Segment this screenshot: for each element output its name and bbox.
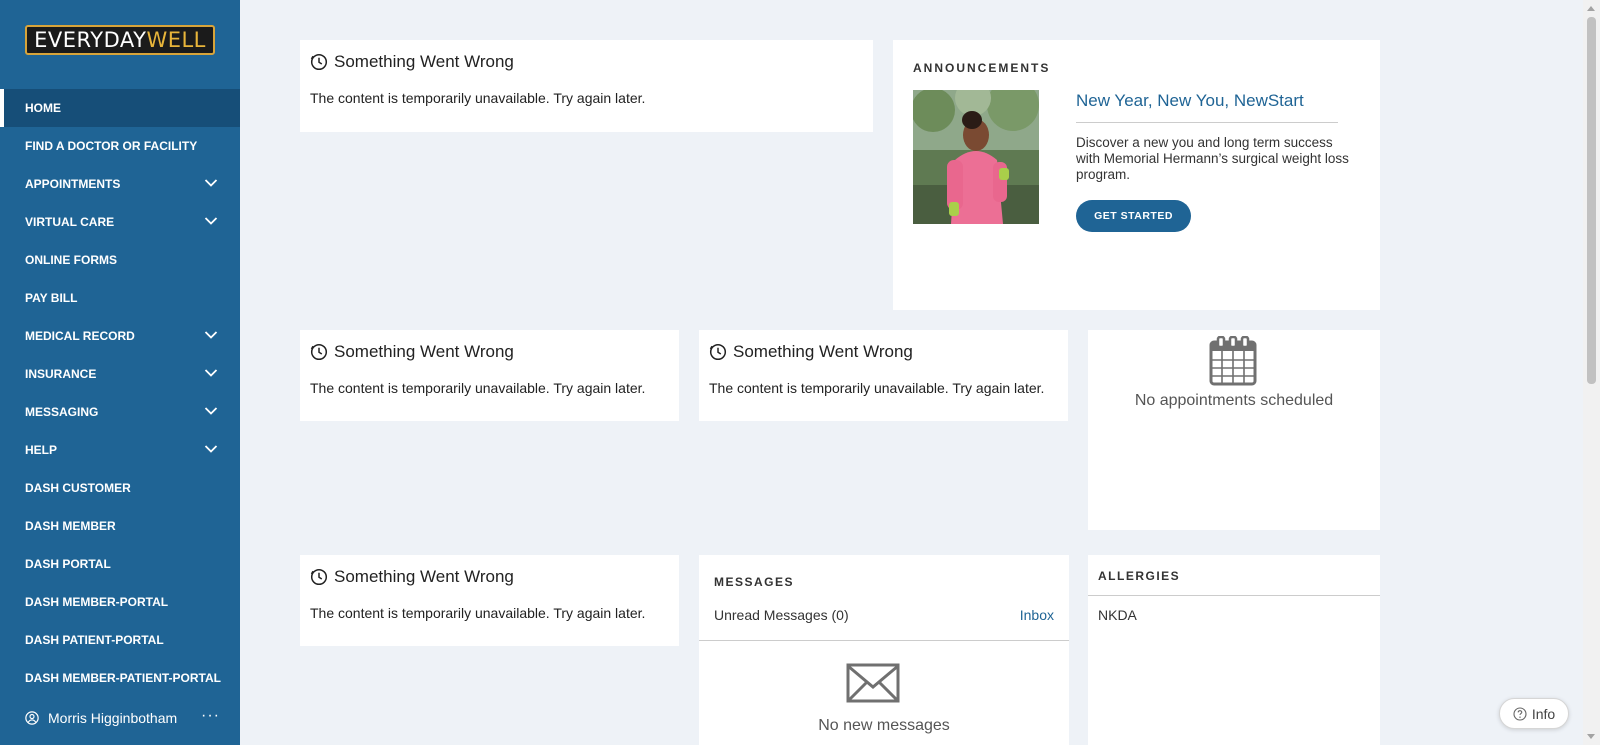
- sidebar-item-dash-patient-portal[interactable]: DASH PATIENT-PORTAL: [0, 621, 240, 659]
- announcement-title[interactable]: New Year, New You, NewStart: [1076, 91, 1304, 111]
- sidebar-item-medical-record[interactable]: MEDICAL RECORD: [0, 317, 240, 355]
- sidebar-item-messaging[interactable]: MESSAGING: [0, 393, 240, 431]
- envelope-icon: [846, 663, 900, 703]
- info-label: Info: [1531, 705, 1556, 722]
- chevron-down-icon[interactable]: [204, 216, 218, 226]
- sidebar-item-home[interactable]: HOME: [0, 89, 240, 127]
- sidebar-item-dash-portal[interactable]: DASH PORTAL: [0, 545, 240, 583]
- sidebar-item-label: INSURANCE: [25, 367, 97, 381]
- sidebar-item-appointments[interactable]: APPOINTMENTS: [0, 165, 240, 203]
- logo-text-part1: EVERYDAY: [34, 27, 147, 52]
- sidebar-item-label: DASH MEMBER-PATIENT-PORTAL: [25, 671, 221, 685]
- no-appointments-text: No appointments scheduled: [1134, 392, 1334, 409]
- calendar-icon: [1209, 336, 1257, 386]
- info-button[interactable]: Info: [1499, 698, 1569, 729]
- user-name: Morris Higginbotham: [48, 710, 178, 726]
- announcements-card: ANNOUNCEMENTS New Year, New You, NewStar…: [893, 40, 1380, 310]
- chevron-down-icon[interactable]: [204, 444, 218, 454]
- sidebar-item-online-forms[interactable]: ONLINE FORMS: [0, 241, 240, 279]
- messages-card: MESSAGES Unread Messages (0) Inbox No ne…: [699, 555, 1069, 745]
- sidebar-item-label: DASH CUSTOMER: [25, 481, 131, 495]
- user-menu[interactable]: Morris Higginbotham ···: [25, 707, 220, 729]
- sidebar-nav: HOME FIND A DOCTOR OR FACILITY APPOINTMENT…: [0, 89, 240, 697]
- sidebar-item-dash-member[interactable]: DASH MEMBER: [0, 507, 240, 545]
- sidebar-item-label: PAY BILL: [25, 291, 78, 305]
- user-more-button[interactable]: ···: [201, 708, 220, 724]
- scroll-down-arrow-icon[interactable]: [1587, 734, 1595, 739]
- sidebar-item-label: MESSAGING: [25, 405, 99, 419]
- sidebar-item-find-a-doctor-or-facility[interactable]: FIND A DOCTOR OR FACILITY: [0, 127, 240, 165]
- clock-icon: [709, 343, 727, 361]
- sidebar-item-label: VIRTUAL CARE: [25, 215, 115, 229]
- messages-divider: [699, 640, 1069, 641]
- error-message: The content is temporarily unavailable. …: [310, 90, 646, 106]
- unread-messages-count: Unread Messages (0): [714, 607, 849, 623]
- error-message: The content is temporarily unavailable. …: [310, 605, 646, 621]
- sidebar-item-label: ONLINE FORMS: [25, 253, 117, 267]
- get-started-button[interactable]: GET STARTED: [1076, 200, 1191, 232]
- allergies-heading: ALLERGIES: [1098, 569, 1181, 583]
- everydaywell-logo[interactable]: EVERYDAYWELL: [25, 25, 215, 55]
- error-title: Something Went Wrong: [733, 342, 913, 361]
- no-messages-text: No new messages: [818, 717, 950, 734]
- error-message: The content is temporarily unavailable. …: [709, 380, 1045, 396]
- sidebar-item-label: DASH MEMBER-PORTAL: [25, 595, 169, 609]
- error-card: Something Went Wrong The content is temp…: [300, 40, 873, 132]
- sidebar-item-label: HELP: [25, 443, 58, 457]
- sidebar-item-label: HOME: [25, 101, 61, 115]
- error-card: Something Went Wrong The content is temp…: [300, 555, 679, 646]
- sidebar-item-insurance[interactable]: INSURANCE: [0, 355, 240, 393]
- question-circle-icon: [1513, 706, 1527, 721]
- sidebar-item-help[interactable]: HELP: [0, 431, 240, 469]
- sidebar-item-label: DASH MEMBER: [25, 519, 116, 533]
- allergies-divider: [1088, 595, 1380, 596]
- sidebar-item-dash-customer[interactable]: DASH CUSTOMER: [0, 469, 240, 507]
- logo-text-part2: WELL: [146, 27, 206, 52]
- error-card: Something Went Wrong The content is temp…: [300, 330, 679, 421]
- messages-heading: MESSAGES: [714, 575, 795, 589]
- scrollbar-thumb[interactable]: [1587, 17, 1596, 384]
- allergies-value: NKDA: [1098, 607, 1137, 623]
- chevron-down-icon[interactable]: [204, 330, 218, 340]
- error-title: Something Went Wrong: [334, 52, 514, 71]
- scroll-up-arrow-icon[interactable]: [1587, 6, 1595, 11]
- announcement-divider: [1076, 122, 1338, 123]
- sidebar-item-label: MEDICAL RECORD: [25, 329, 135, 343]
- error-title: Something Went Wrong: [334, 567, 514, 586]
- sidebar-item-label: APPOINTMENTS: [25, 177, 121, 191]
- clock-icon: [310, 568, 328, 586]
- sidebar-item-virtual-care[interactable]: VIRTUAL CARE: [0, 203, 240, 241]
- sidebar-item-label: FIND A DOCTOR OR FACILITY: [25, 139, 198, 153]
- error-title: Something Went Wrong: [334, 342, 514, 361]
- announcement-image: [913, 90, 1039, 224]
- page-scrollbar[interactable]: [1583, 0, 1600, 745]
- sidebar-item-label: DASH PATIENT-PORTAL: [25, 633, 164, 647]
- inbox-link[interactable]: Inbox: [1020, 607, 1054, 623]
- sidebar-item-dash-member-portal[interactable]: DASH MEMBER-PORTAL: [0, 583, 240, 621]
- sidebar-item-dash-member-patient-portal[interactable]: DASH MEMBER-PATIENT-PORTAL: [0, 659, 240, 697]
- sidebar: EVERYDAYWELL HOME FIND A DOCTOR OR FACILI…: [0, 0, 240, 745]
- chevron-down-icon[interactable]: [204, 368, 218, 378]
- user-circle-icon: [25, 711, 39, 725]
- error-message: The content is temporarily unavailable. …: [310, 380, 646, 396]
- sidebar-item-label: DASH PORTAL: [25, 557, 111, 571]
- allergies-card: ALLERGIES NKDA: [1088, 555, 1380, 745]
- announcements-heading: ANNOUNCEMENTS: [913, 61, 1051, 75]
- clock-icon: [310, 343, 328, 361]
- announcement-description: Discover a new you and long term success…: [1076, 135, 1349, 182]
- chevron-down-icon[interactable]: [204, 406, 218, 416]
- sidebar-item-pay-bill[interactable]: PAY BILL: [0, 279, 240, 317]
- error-card: Something Went Wrong The content is temp…: [699, 330, 1068, 421]
- clock-icon: [310, 53, 328, 71]
- chevron-down-icon[interactable]: [204, 178, 218, 188]
- appointments-card: No appointments scheduled: [1088, 330, 1380, 530]
